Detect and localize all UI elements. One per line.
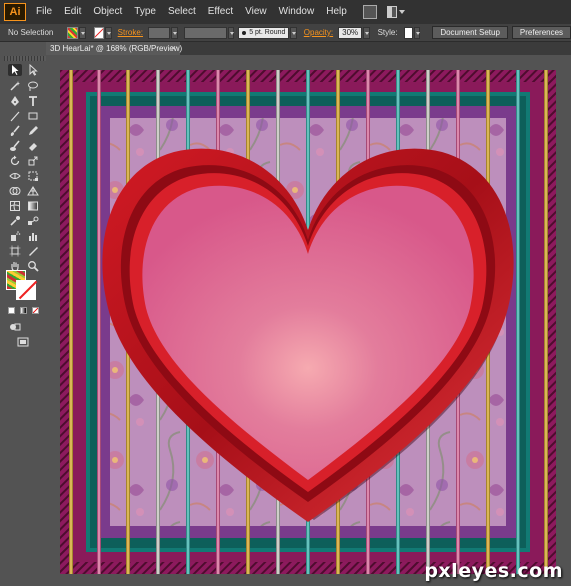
graphic-style-swatch[interactable]	[403, 26, 413, 39]
gradient-tool-icon[interactable]	[26, 200, 40, 212]
menu-bar: Ai File Edit Object Type Select Effect V…	[0, 0, 571, 24]
fill-color-icon[interactable]	[67, 26, 79, 39]
style-dropdown-icon[interactable]	[413, 26, 421, 39]
menu-effect[interactable]: Effect	[202, 0, 239, 24]
fill-dropdown-icon[interactable]	[79, 26, 86, 39]
menu-window[interactable]: Window	[273, 0, 321, 24]
menu-help[interactable]: Help	[320, 0, 353, 24]
pen-tool-icon[interactable]	[8, 95, 22, 107]
eraser-tool-icon[interactable]	[26, 140, 40, 152]
brush-definition-field[interactable]: 5 pt. Round	[238, 26, 290, 39]
variable-width-profile-field[interactable]	[183, 26, 227, 39]
menu-object[interactable]: Object	[87, 0, 128, 24]
brush-dropdown-icon[interactable]	[290, 26, 297, 39]
color-mode-swatch[interactable]	[8, 307, 15, 314]
slice-tool-icon[interactable]	[26, 245, 40, 257]
blob-brush-tool-icon[interactable]	[8, 140, 22, 152]
gradient-mode-swatch[interactable]	[20, 307, 27, 314]
column-graph-tool-icon[interactable]	[26, 230, 40, 242]
preferences-button[interactable]: Preferences	[511, 26, 571, 39]
menu-type[interactable]: Type	[128, 0, 162, 24]
profile-dropdown-icon[interactable]	[227, 26, 235, 39]
screen-mode-icon[interactable]	[16, 336, 30, 348]
eyedropper-tool-icon[interactable]	[8, 215, 22, 227]
menu-view[interactable]: View	[239, 0, 273, 24]
menu-select[interactable]: Select	[162, 0, 202, 24]
rectangle-tool-icon[interactable]	[26, 110, 40, 122]
opacity-dropdown-icon[interactable]	[363, 26, 370, 39]
draw-mode-icon[interactable]	[8, 321, 22, 333]
fill-stroke-swatches	[6, 270, 40, 300]
document-setup-button[interactable]: Document Setup	[432, 26, 508, 39]
rotate-tool-icon[interactable]	[8, 155, 22, 167]
direct-selection-tool-icon[interactable]	[26, 63, 40, 76]
canvas-area[interactable]: pxleyes.com	[46, 55, 571, 586]
tools-panel-grip[interactable]	[4, 56, 46, 61]
selection-tool-icon[interactable]	[8, 64, 22, 76]
menu-file[interactable]: File	[30, 0, 58, 24]
scale-tool-icon[interactable]	[26, 155, 40, 167]
stroke-color-icon[interactable]	[93, 26, 105, 39]
paintbrush-tool-icon[interactable]	[8, 125, 22, 137]
stroke-weight-dropdown-icon[interactable]	[171, 26, 178, 39]
style-label: Style:	[377, 28, 398, 37]
free-transform-tool-icon[interactable]	[26, 170, 40, 182]
illustrator-window: Ai File Edit Object Type Select Effect V…	[0, 0, 571, 586]
document-tab-bar: 3D HearLai* @ 168% (RGB/Preview) ×	[46, 42, 571, 55]
arrange-documents-icon[interactable]	[386, 5, 405, 19]
watermark: pxleyes.com	[424, 560, 563, 582]
stroke-dropdown-icon[interactable]	[105, 26, 112, 39]
stroke-swatch[interactable]	[16, 280, 36, 300]
type-tool-icon[interactable]	[26, 95, 40, 107]
brush-dot-icon	[242, 30, 247, 35]
shape-builder-tool-icon[interactable]	[8, 185, 22, 197]
width-tool-icon[interactable]	[8, 170, 22, 182]
lasso-tool-icon[interactable]	[26, 80, 40, 92]
opacity-field[interactable]: 30%	[338, 26, 363, 39]
mesh-tool-icon[interactable]	[8, 200, 22, 212]
symbol-sprayer-tool-icon[interactable]	[8, 230, 22, 242]
line-segment-tool-icon[interactable]	[8, 110, 22, 122]
menu-edit[interactable]: Edit	[58, 0, 87, 24]
app-logo: Ai	[4, 3, 26, 21]
stroke-weight-field[interactable]	[148, 26, 171, 39]
pencil-tool-icon[interactable]	[26, 125, 40, 137]
perspective-grid-tool-icon[interactable]	[26, 185, 40, 197]
bridge-icon[interactable]	[362, 5, 377, 19]
document-tab-title: 3D HearLai* @ 168% (RGB/Preview)	[50, 44, 183, 53]
none-mode-swatch[interactable]	[32, 307, 39, 314]
tools-panel	[0, 42, 46, 586]
close-tab-icon[interactable]: ×	[171, 42, 176, 55]
opacity-panel-link[interactable]: Opacity:	[301, 28, 336, 37]
magic-wand-tool-icon[interactable]	[8, 80, 22, 92]
artboard-tool-icon[interactable]	[8, 245, 22, 257]
selection-status: No Selection	[8, 28, 54, 37]
heart-artwork[interactable]	[60, 70, 556, 574]
control-bar: No Selection Stroke: 5 pt. Round Opacity…	[0, 24, 571, 42]
document-tab[interactable]: 3D HearLai* @ 168% (RGB/Preview) ×	[46, 42, 183, 55]
brush-definition-label: 5 pt. Round	[249, 29, 286, 36]
stroke-panel-link[interactable]: Stroke:	[115, 28, 146, 37]
blend-tool-icon[interactable]	[26, 215, 40, 227]
